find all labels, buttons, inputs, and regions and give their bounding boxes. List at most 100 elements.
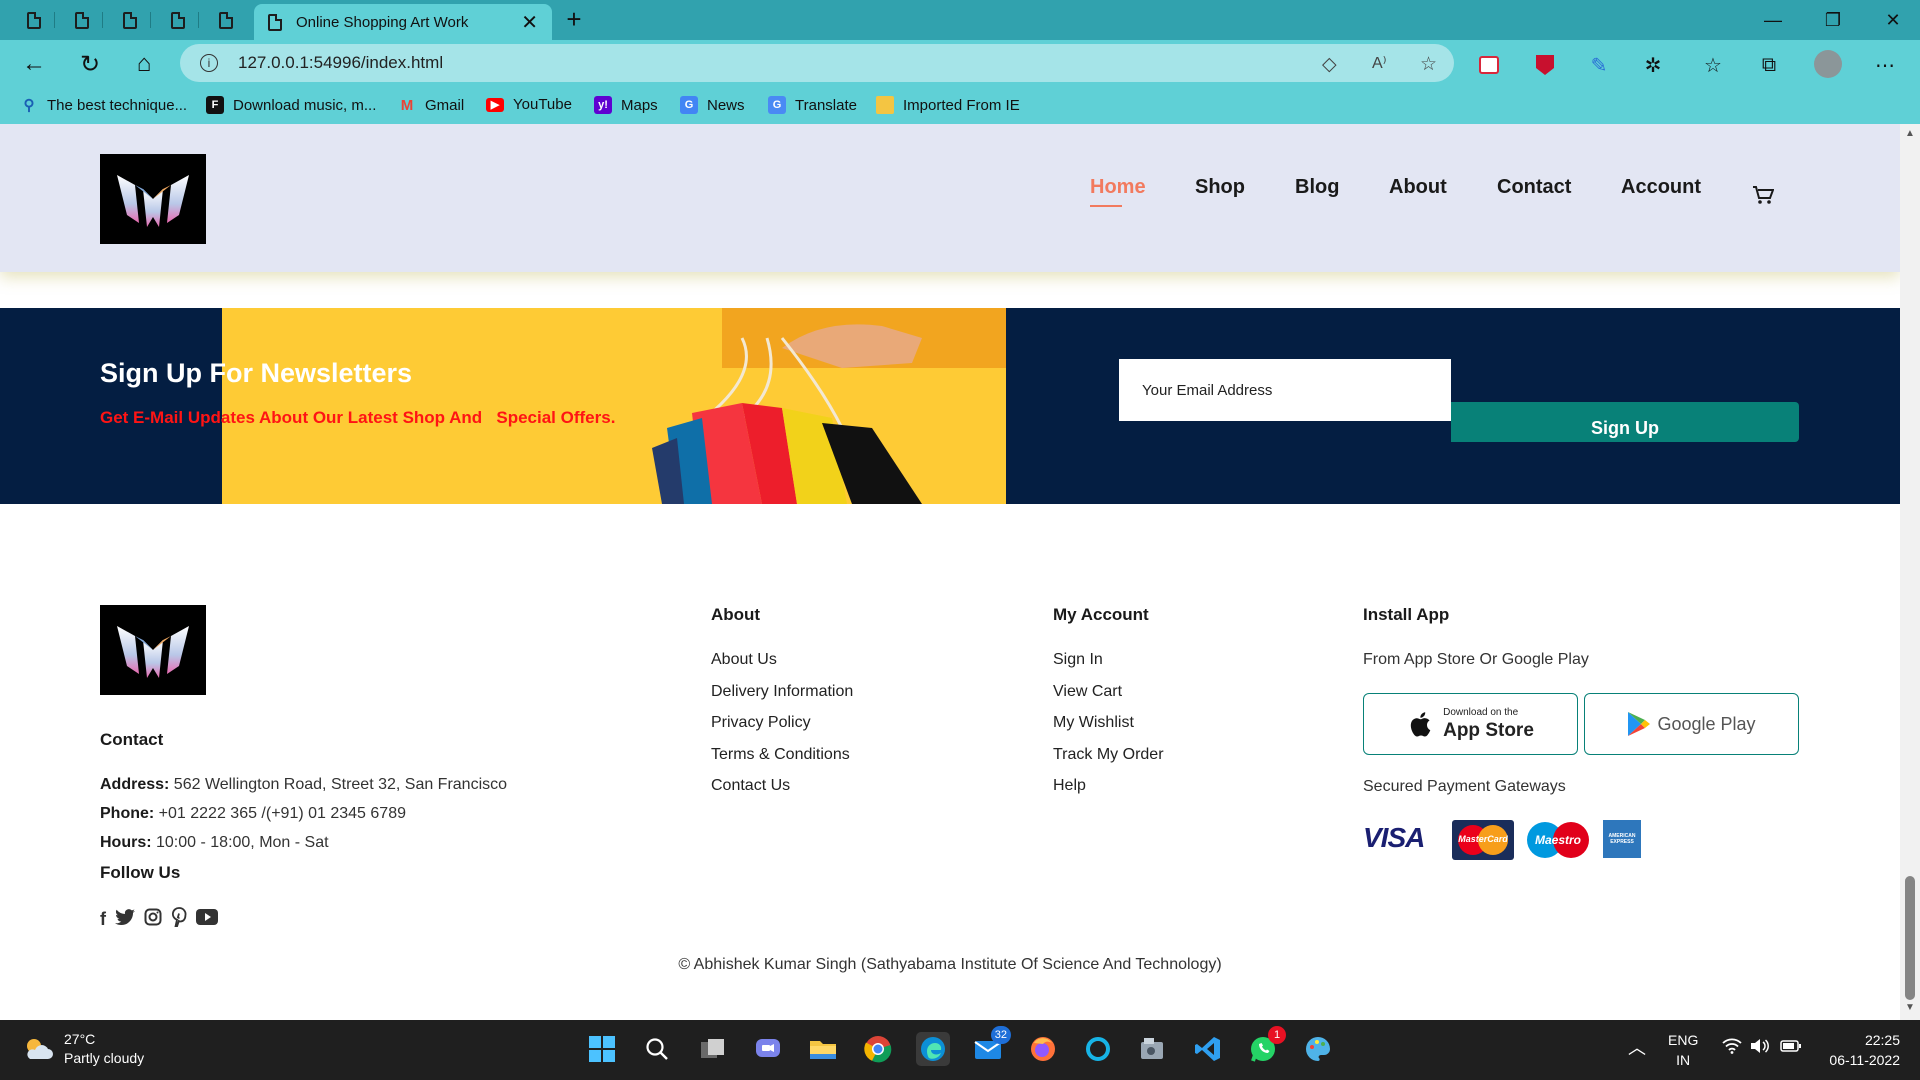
footer-link-privacy[interactable]: Privacy Policy	[711, 714, 811, 732]
youtube-icon[interactable]	[196, 909, 218, 930]
whatsapp-badge: 1	[1268, 1026, 1286, 1044]
bookmark-item[interactable]: Imported From IE	[876, 96, 1020, 114]
bookmark-item[interactable]: ▶ YouTube	[486, 96, 572, 113]
wifi-icon[interactable]	[1722, 1038, 1742, 1059]
vscode-icon[interactable]	[1191, 1032, 1225, 1066]
favorites-icon[interactable]: ☆	[1700, 52, 1726, 78]
active-browser-tab[interactable]: Online Shopping Art Work ✕	[254, 4, 552, 40]
back-icon[interactable]: ←	[18, 48, 50, 80]
chrome-icon[interactable]	[861, 1032, 895, 1066]
visa-logo: VISA	[1363, 822, 1425, 853]
minimize-icon[interactable]: —	[1746, 0, 1800, 40]
read-aloud-icon[interactable]: A⁾	[1372, 53, 1387, 73]
nav-account[interactable]: Account	[1621, 176, 1701, 199]
start-icon[interactable]	[585, 1032, 619, 1066]
address-bar[interactable]: i 127.0.0.1:54996/index.html ◇ A⁾ ☆	[180, 44, 1454, 82]
contact-heading: Contact	[100, 730, 164, 749]
mail-icon[interactable]: 32	[971, 1026, 1011, 1066]
scrollbar-thumb[interactable]	[1905, 876, 1915, 1000]
battery-icon[interactable]	[1780, 1038, 1802, 1058]
nav-shop[interactable]: Shop	[1195, 176, 1245, 199]
bookmark-item[interactable]: ⚲ The best technique...	[20, 96, 188, 115]
scroll-up-icon[interactable]: ▲	[1905, 128, 1915, 139]
footer-link-delivery[interactable]: Delivery Information	[711, 683, 853, 701]
clock[interactable]: 22:25 06-11-2022	[1818, 1030, 1900, 1070]
browser-tab[interactable]	[158, 6, 199, 34]
refresh-icon[interactable]: ↻	[74, 48, 106, 80]
facebook-icon[interactable]: f	[100, 909, 106, 930]
bookmark-item[interactable]: M Gmail	[398, 96, 464, 114]
footer-link-about-us[interactable]: About Us	[711, 651, 777, 669]
contact-hours: Hours: 10:00 - 18:00, Mon - Sat	[100, 834, 329, 851]
bookmark-item[interactable]: y! Maps	[594, 96, 658, 114]
newsletter-subtitle: Get E-Mail Updates About Our Latest Shop…	[100, 408, 616, 427]
home-icon[interactable]: ⌂	[128, 48, 160, 80]
footer-link-wishlist[interactable]: My Wishlist	[1053, 714, 1134, 732]
pen-extension-icon[interactable]: ✎	[1586, 52, 1612, 78]
page-scrollbar[interactable]: ▲ ▼	[1900, 124, 1920, 1020]
restore-icon[interactable]: ❐	[1806, 0, 1860, 40]
profile-avatar[interactable]	[1814, 50, 1842, 78]
browser-tab[interactable]	[62, 6, 103, 34]
maestro-logo: Maestro	[1525, 820, 1591, 860]
twitter-icon[interactable]	[115, 909, 135, 930]
close-window-icon[interactable]: ✕	[1866, 0, 1920, 40]
footer-logo[interactable]	[100, 605, 206, 695]
nav-blog[interactable]: Blog	[1295, 176, 1339, 199]
cortana-icon[interactable]	[1081, 1032, 1115, 1066]
document-icon	[75, 11, 89, 29]
bookmark-item[interactable]: G Translate	[768, 96, 857, 114]
tag-icon[interactable]: ◇	[1322, 53, 1337, 76]
whatsapp-icon[interactable]: 1	[1246, 1026, 1286, 1066]
add-favorite-icon[interactable]: ☆	[1420, 53, 1437, 76]
show-hidden-icons[interactable]: ︿	[1628, 1038, 1646, 1058]
app-store-button[interactable]: Download on the App Store	[1363, 693, 1578, 755]
teams-chat-icon[interactable]	[751, 1032, 785, 1066]
browser-tab[interactable]	[206, 6, 246, 34]
video-editor-icon[interactable]	[1136, 1032, 1170, 1066]
footer-link-sign-in[interactable]: Sign In	[1053, 651, 1103, 669]
follow-us-heading: Follow Us	[100, 863, 181, 882]
site-info-icon[interactable]: i	[200, 54, 218, 72]
task-view-icon[interactable]	[696, 1032, 730, 1066]
logo-mark-icon	[117, 626, 189, 678]
file-explorer-icon[interactable]	[806, 1032, 840, 1066]
search-icon[interactable]	[640, 1032, 674, 1066]
volume-icon[interactable]	[1750, 1038, 1770, 1059]
footer-link-terms[interactable]: Terms & Conditions	[711, 746, 850, 764]
language-indicator[interactable]: ENG IN	[1668, 1030, 1698, 1070]
new-tab-button[interactable]: +	[560, 4, 588, 35]
browser-tab[interactable]	[110, 6, 151, 34]
firefox-icon[interactable]	[1026, 1032, 1060, 1066]
extensions-icon[interactable]: ✲	[1640, 52, 1666, 78]
amex-logo: AMERICAN EXPRESS	[1603, 820, 1641, 858]
newsletter-signup-button[interactable]: Sign Up	[1451, 402, 1799, 442]
google-play-button[interactable]: Google Play	[1584, 693, 1799, 755]
pocket-extension-icon[interactable]	[1476, 52, 1502, 78]
url-text[interactable]: 127.0.0.1:54996/index.html	[238, 53, 443, 73]
pinterest-icon[interactable]	[171, 907, 187, 932]
footer-link-track-order[interactable]: Track My Order	[1053, 746, 1164, 764]
footer-link-view-cart[interactable]: View Cart	[1053, 683, 1122, 701]
nav-contact[interactable]: Contact	[1497, 176, 1571, 199]
newsletter-email-input[interactable]	[1119, 359, 1451, 421]
footer-link-help[interactable]: Help	[1053, 777, 1086, 795]
paint-icon[interactable]	[1301, 1032, 1335, 1066]
nav-about[interactable]: About	[1389, 176, 1447, 199]
browser-tab[interactable]	[14, 6, 55, 34]
instagram-icon[interactable]	[144, 908, 162, 931]
document-icon	[171, 11, 185, 29]
edge-icon[interactable]	[916, 1032, 950, 1066]
collections-icon[interactable]: ⧉	[1756, 52, 1782, 78]
footer-link-contact[interactable]: Contact Us	[711, 777, 790, 795]
nav-home[interactable]: Home	[1090, 176, 1146, 207]
more-menu-icon[interactable]: ⋯	[1872, 52, 1898, 78]
close-tab-icon[interactable]: ✕	[521, 10, 538, 35]
cart-icon[interactable]	[1752, 185, 1775, 211]
bookmark-item[interactable]: G News	[680, 96, 745, 114]
scroll-down-icon[interactable]: ▼	[1905, 1002, 1915, 1013]
mcafee-extension-icon[interactable]	[1532, 52, 1558, 78]
bookmark-item[interactable]: F Download music, m...	[206, 96, 376, 114]
weather-widget[interactable]: 27°C Partly cloudy	[22, 1030, 144, 1068]
site-logo[interactable]	[100, 154, 206, 244]
